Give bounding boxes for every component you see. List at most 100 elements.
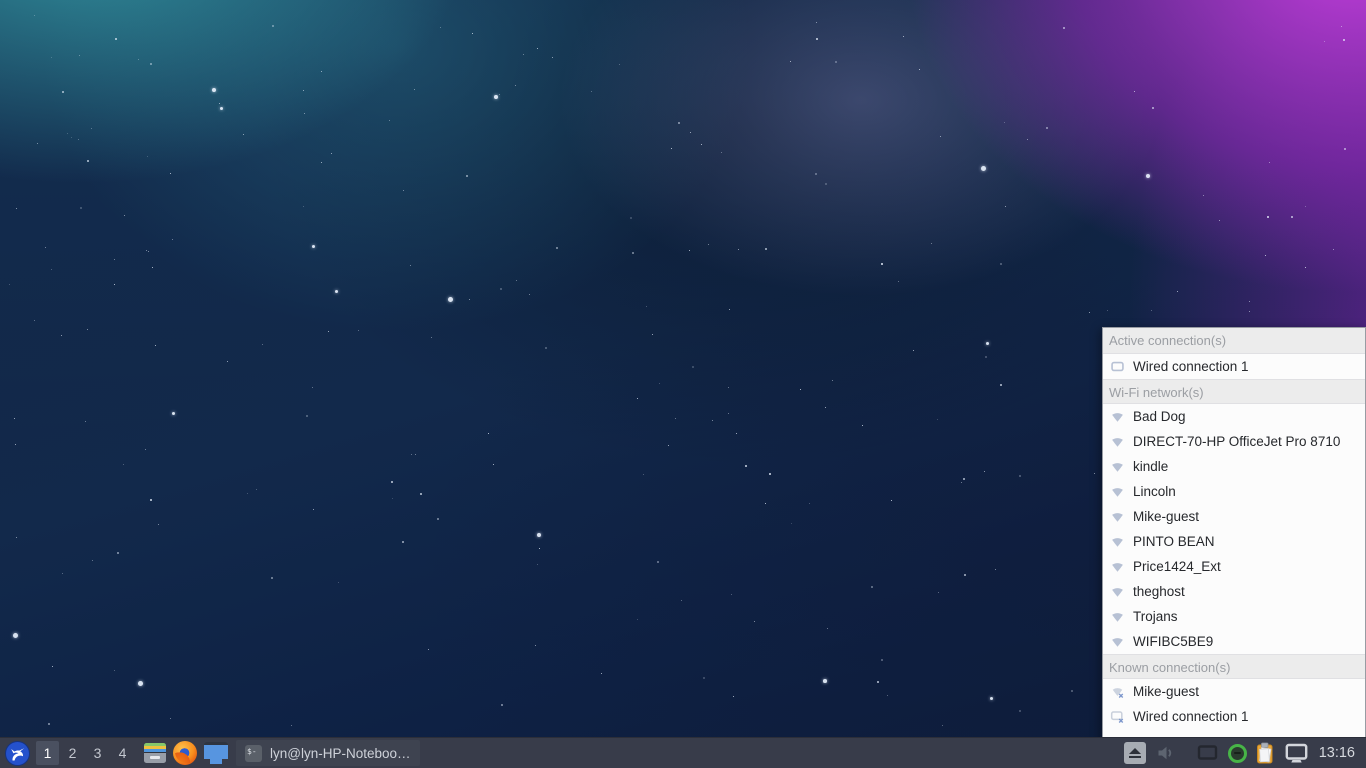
task-button[interactable]: $- lyn@lyn-HP-Noteboo… <box>236 740 420 766</box>
star <box>71 137 72 138</box>
star <box>1000 384 1002 386</box>
network-item[interactable]: Wired connection 1 <box>1103 704 1365 729</box>
star <box>437 518 439 520</box>
star <box>692 366 694 368</box>
wifi-icon <box>1109 559 1125 575</box>
star <box>668 445 669 446</box>
star <box>940 136 941 137</box>
star <box>138 59 139 60</box>
star <box>1291 216 1293 218</box>
star <box>16 537 17 538</box>
star <box>91 128 92 129</box>
star <box>516 280 517 281</box>
network-item[interactable]: Mike-guest <box>1103 679 1365 704</box>
star <box>420 493 422 495</box>
network-item[interactable]: Wired connection 1 <box>1103 354 1365 379</box>
star <box>736 433 737 434</box>
star <box>816 22 817 23</box>
star <box>338 582 339 583</box>
clock[interactable]: 13:16 <box>1319 745 1355 761</box>
network-item[interactable]: Trojans <box>1103 604 1365 629</box>
star <box>733 696 734 697</box>
star <box>150 63 152 65</box>
wired-connection-icon <box>1109 359 1125 375</box>
star <box>745 465 747 467</box>
start-button[interactable] <box>4 740 30 766</box>
star <box>493 464 494 465</box>
star <box>825 407 826 408</box>
star <box>754 621 755 622</box>
workspace-button-2[interactable]: 2 <box>61 741 84 765</box>
star <box>701 144 702 145</box>
network-item[interactable]: PINTO BEAN <box>1103 529 1365 554</box>
network-item[interactable]: Mike-guest <box>1103 504 1365 529</box>
star <box>500 288 502 290</box>
network-dim-icon[interactable] <box>1196 742 1220 764</box>
star <box>1089 312 1090 313</box>
blue-display-icon[interactable] <box>204 742 228 764</box>
workspace-button-1[interactable]: 1 <box>36 741 59 765</box>
star <box>219 103 220 104</box>
star <box>469 299 470 300</box>
star <box>415 454 416 455</box>
star <box>14 418 15 419</box>
network-item[interactable]: kindle <box>1103 454 1365 479</box>
eject-icon[interactable] <box>1124 742 1146 764</box>
star <box>708 244 709 245</box>
star <box>537 564 538 565</box>
star <box>1249 311 1250 312</box>
star <box>539 548 540 549</box>
network-item-label: Wired connection 1 <box>1133 709 1249 724</box>
star <box>1219 220 1220 221</box>
star <box>331 153 332 154</box>
star <box>769 473 771 475</box>
network-item[interactable]: theghost <box>1103 579 1365 604</box>
star <box>827 628 828 629</box>
star <box>862 425 863 426</box>
star <box>414 89 415 90</box>
star <box>835 61 837 63</box>
star <box>1341 26 1342 27</box>
star <box>1249 301 1250 302</box>
status-green-icon[interactable] <box>1228 744 1247 763</box>
network-item[interactable]: Price1424_Ext <box>1103 554 1365 579</box>
star <box>403 190 404 191</box>
star <box>913 350 914 351</box>
star <box>114 284 115 285</box>
star <box>1203 195 1204 196</box>
network-item[interactable]: Lincoln <box>1103 479 1365 504</box>
star <box>646 306 647 307</box>
display-icon[interactable] <box>1284 742 1309 765</box>
star <box>303 90 304 91</box>
star <box>601 673 602 674</box>
star <box>731 594 732 595</box>
star <box>220 107 223 110</box>
star <box>728 387 729 388</box>
star <box>87 160 89 162</box>
star <box>671 148 672 149</box>
workspace-button-3[interactable]: 3 <box>86 741 109 765</box>
star <box>877 681 879 683</box>
star <box>272 25 274 27</box>
star <box>155 345 156 346</box>
workspace-button-4[interactable]: 4 <box>111 741 134 765</box>
clipboard-icon[interactable] <box>1255 742 1276 765</box>
star <box>681 600 682 601</box>
star <box>986 342 989 345</box>
star <box>1305 206 1306 207</box>
network-item[interactable]: WIFIBC5BE9 <box>1103 629 1365 654</box>
star <box>256 489 257 490</box>
wifi-icon <box>1109 434 1125 450</box>
star <box>552 57 553 58</box>
volume-icon[interactable] <box>1154 742 1176 764</box>
star <box>494 95 498 99</box>
star <box>124 215 125 216</box>
star <box>712 420 713 421</box>
star <box>790 61 791 62</box>
file-manager-icon[interactable] <box>144 743 166 763</box>
network-item[interactable]: Bad Dog <box>1103 404 1365 429</box>
firefox-icon[interactable] <box>173 741 197 765</box>
star <box>657 561 659 563</box>
star <box>51 57 52 58</box>
network-item[interactable]: DIRECT-70-HP OfficeJet Pro 8710 <box>1103 429 1365 454</box>
